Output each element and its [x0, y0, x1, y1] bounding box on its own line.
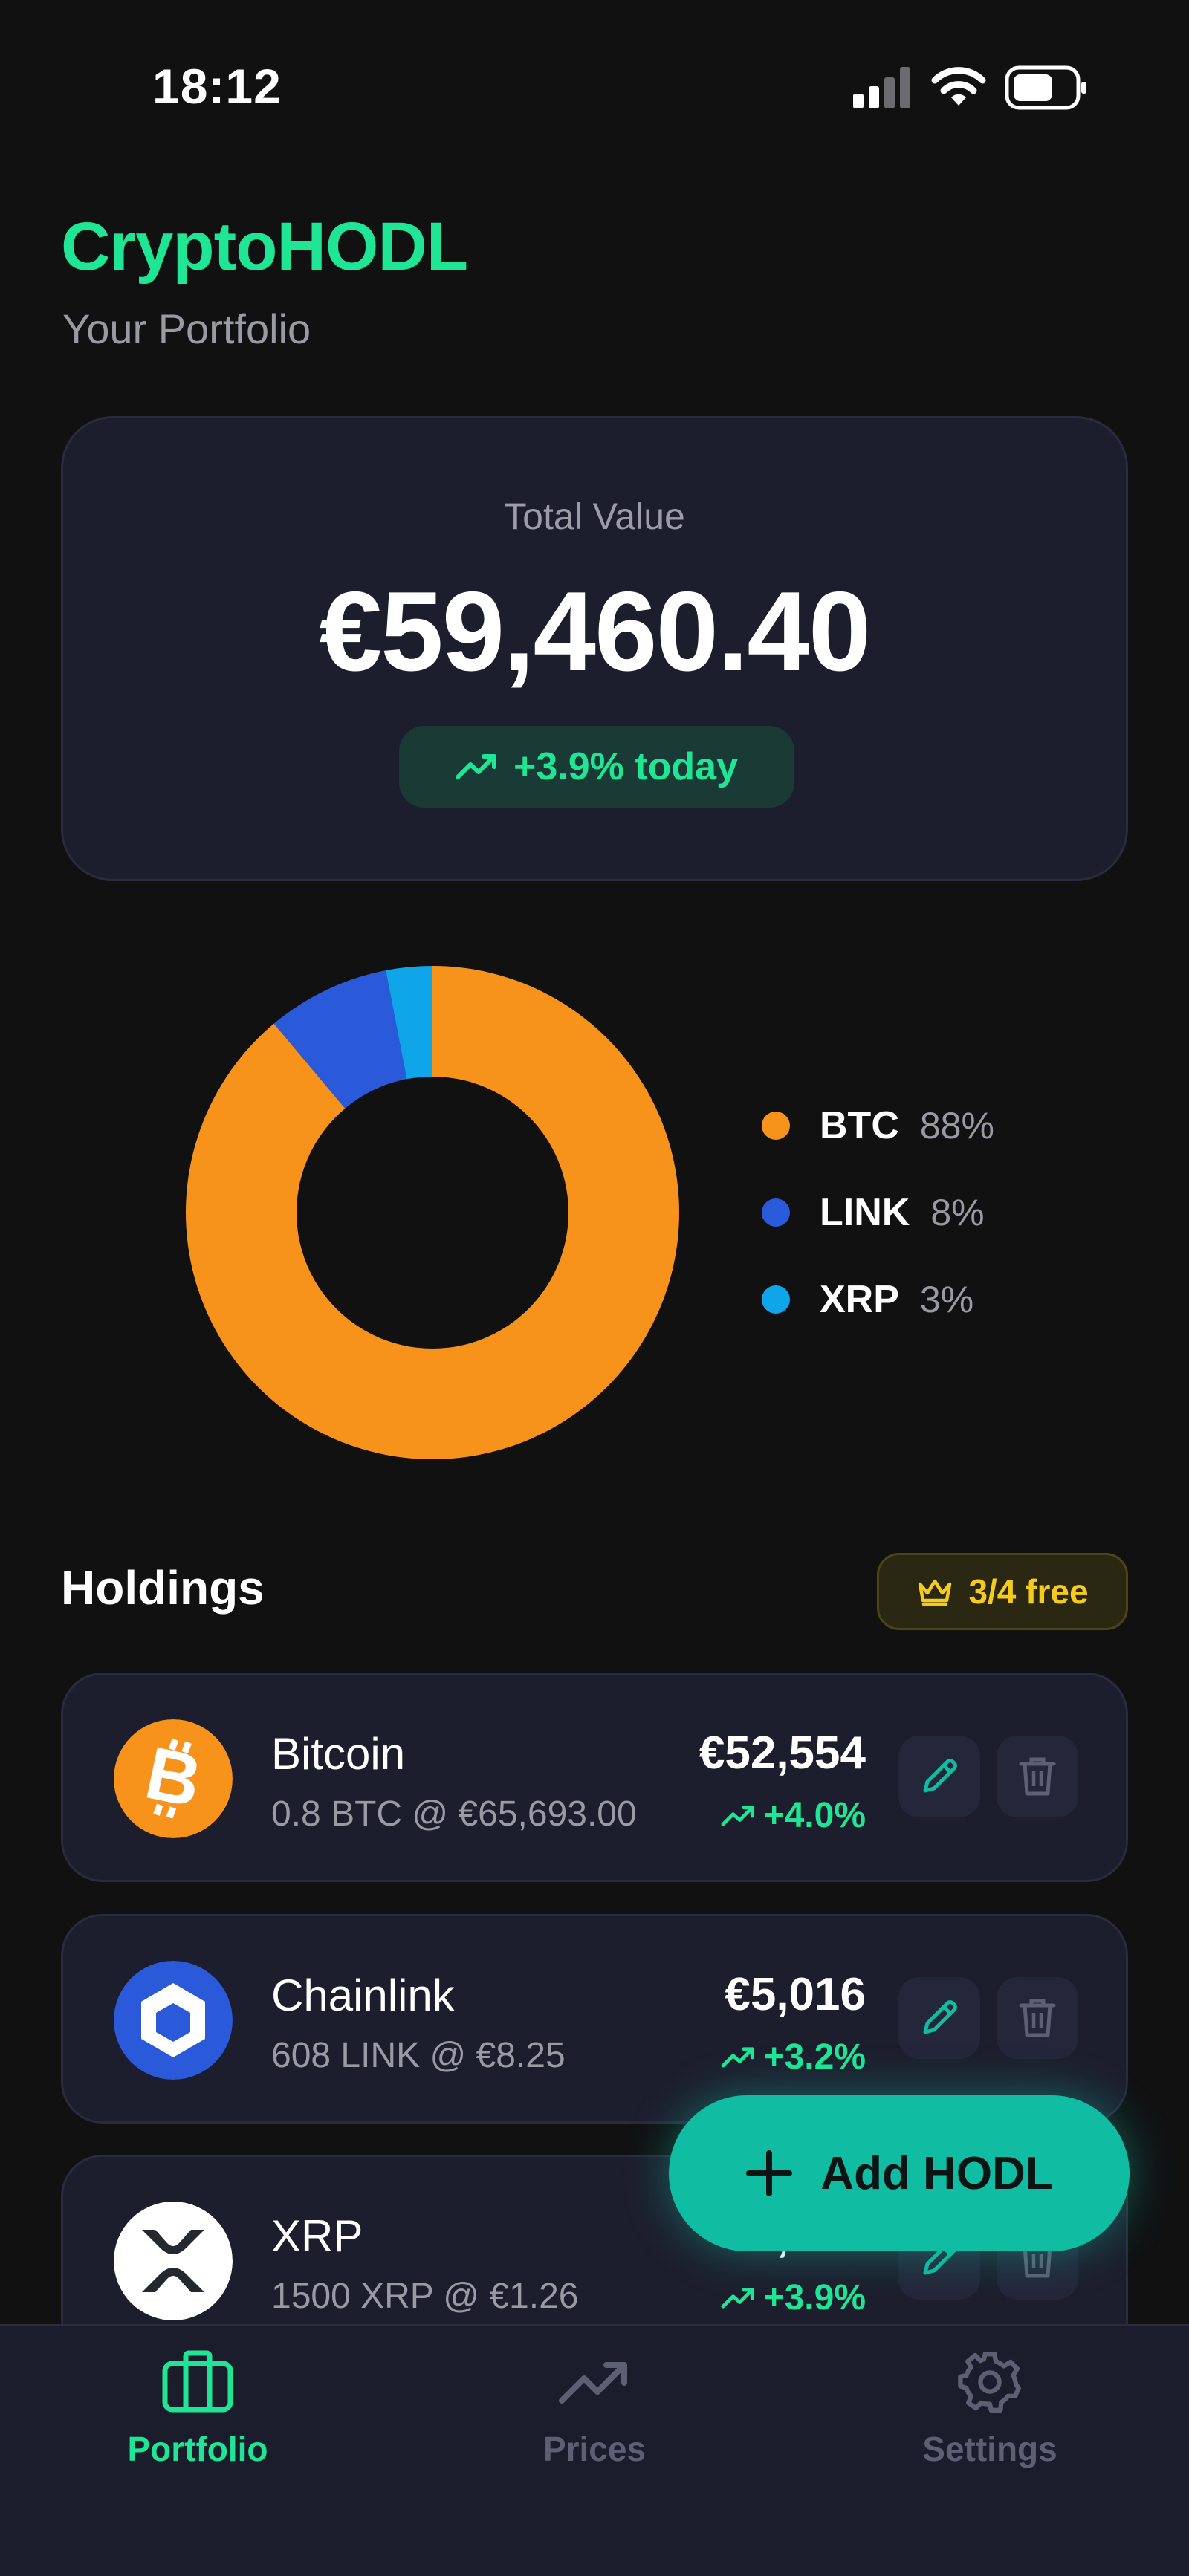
legend-percent: 8%	[930, 1192, 985, 1233]
allocation-donut-chart	[186, 966, 679, 1459]
holding-card-bitcoin[interactable]: B Bitcoin 0.8 BTC @ €65,693.00 €52,554 +…	[61, 1673, 1128, 1882]
chainlink-icon	[114, 1961, 233, 2080]
trash-icon	[1019, 1999, 1056, 2037]
briefcase-icon	[162, 2350, 233, 2413]
status-time: 18:12	[152, 59, 282, 114]
battery-icon	[1005, 65, 1086, 110]
add-hodl-button[interactable]: Add HODL	[669, 2095, 1130, 2251]
trend-up-icon	[455, 754, 496, 779]
legend-item-xrp: XRP 3%	[762, 1274, 973, 1326]
bottom-nav: Portfolio Prices Settings	[0, 2324, 1189, 2576]
crown-icon	[919, 1579, 952, 1606]
legend-percent: 88%	[919, 1105, 994, 1146]
coin-change-text: +4.0%	[763, 1796, 866, 1835]
nav-label-settings: Settings	[922, 2430, 1057, 2468]
coin-value: €52,554	[699, 1727, 866, 1779]
coin-value: €5,016	[725, 1969, 866, 2020]
legend-dot	[762, 1285, 790, 1314]
coin-change-text: +3.9%	[763, 2278, 866, 2317]
coin-change-text: +3.2%	[763, 2037, 866, 2077]
edit-button[interactable]	[898, 1977, 980, 2059]
trend-up-icon	[721, 2287, 754, 2309]
coin-detail: 0.8 BTC @ €65,693.00	[271, 1794, 637, 1834]
nav-item-settings[interactable]: Settings	[856, 2349, 1124, 2512]
add-hodl-label: Add HODL	[820, 2147, 1054, 2199]
app-subtitle: Your Portfolio	[62, 305, 311, 352]
app-title: CryptoHODL	[61, 209, 468, 285]
free-slots-badge[interactable]: 3/4 free	[877, 1553, 1128, 1630]
coin-name: Bitcoin	[271, 1729, 406, 1779]
signal-icon	[853, 67, 910, 108]
wifi-icon	[931, 67, 986, 106]
legend-item-link: LINK 8%	[762, 1187, 985, 1239]
legend-item-btc: BTC 88%	[762, 1100, 994, 1152]
coin-change: +3.2%	[721, 2037, 866, 2077]
coin-name: XRP	[271, 2211, 363, 2261]
pencil-icon	[923, 2000, 957, 2034]
daily-change-text: +3.9% today	[513, 745, 739, 788]
bitcoin-icon: B	[114, 1719, 233, 1838]
coin-change: +4.0%	[721, 1795, 866, 1836]
edit-button[interactable]	[898, 1736, 980, 1817]
coin-detail: 1500 XRP @ €1.26	[271, 2277, 579, 2316]
gear-icon	[958, 2352, 1021, 2413]
total-value-card: Total Value €59,460.40 +3.9% today	[61, 416, 1128, 881]
legend-label: XRP	[820, 1278, 899, 1321]
trend-icon	[559, 2362, 627, 2404]
legend-percent: 3%	[919, 1279, 974, 1320]
nav-label-prices: Prices	[542, 2430, 647, 2468]
nav-label-portfolio: Portfolio	[127, 2430, 268, 2468]
trend-up-icon	[721, 1805, 754, 1826]
free-slots-text: 3/4 free	[968, 1572, 1089, 1611]
coin-change: +3.9%	[721, 2277, 866, 2318]
coin-name: Chainlink	[271, 1970, 455, 2020]
legend-label: LINK	[820, 1191, 910, 1234]
legend-dot	[762, 1198, 790, 1227]
xrp-icon	[114, 2202, 233, 2320]
total-value-label: Total Value	[504, 496, 685, 537]
daily-change-badge: +3.9% today	[399, 726, 794, 808]
nav-item-portfolio[interactable]: Portfolio	[64, 2349, 331, 2512]
delete-button[interactable]	[997, 1736, 1078, 1817]
nav-item-prices[interactable]: Prices	[461, 2349, 728, 2512]
legend-dot	[762, 1112, 790, 1140]
holdings-title: Holdings	[61, 1561, 265, 1615]
trend-up-icon	[721, 2046, 754, 2068]
coin-detail: 608 LINK @ €8.25	[271, 2036, 566, 2075]
legend-label: BTC	[820, 1104, 899, 1147]
pencil-icon	[923, 1759, 957, 1793]
plus-icon	[746, 2150, 793, 2196]
total-value-amount: €59,460.40	[319, 568, 872, 695]
holding-card-chainlink[interactable]: Chainlink 608 LINK @ €8.25 €5,016 +3.2%	[61, 1914, 1128, 2124]
delete-button[interactable]	[997, 1977, 1078, 2059]
trash-icon	[1019, 1757, 1056, 1796]
